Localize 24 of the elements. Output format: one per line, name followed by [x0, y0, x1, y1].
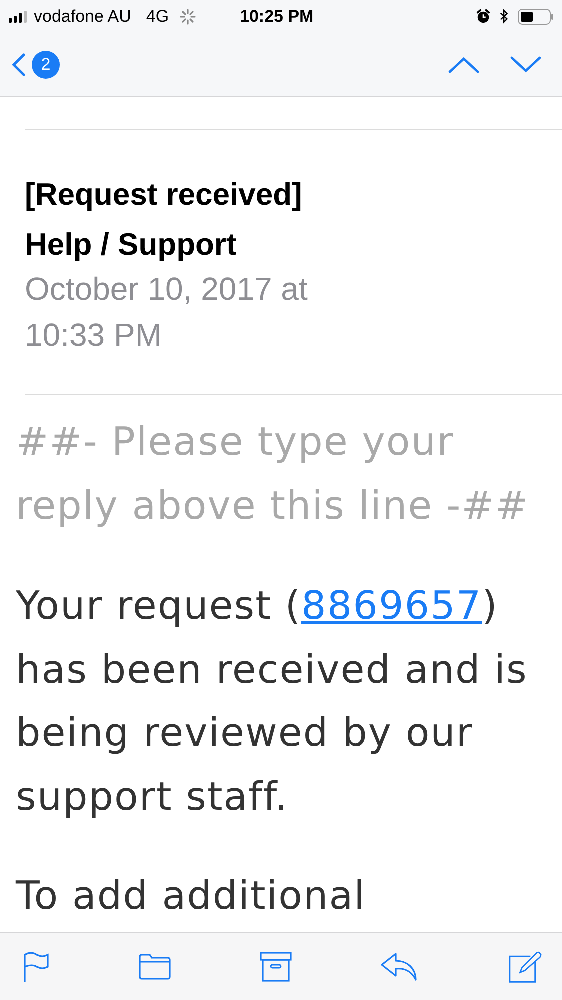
battery-icon [518, 8, 554, 24]
compose-button[interactable] [508, 950, 542, 984]
back-button[interactable]: 2 [12, 50, 60, 78]
folder-button[interactable] [138, 952, 172, 980]
signal-icon [9, 10, 29, 22]
next-message-button[interactable] [510, 56, 542, 74]
clock-time: 10:25 PM [240, 6, 314, 26]
email-date: October 10, 2017 at 10:33 PM [25, 270, 309, 355]
request-number-link[interactable]: 8869657 [302, 584, 482, 629]
activity-spinner-icon [180, 8, 196, 24]
body-paragraph: To add additional [16, 873, 367, 921]
previous-message-button[interactable] [448, 56, 480, 74]
email-subject: [Request received] Help / Support [25, 176, 304, 264]
reply-marker-line: ##- Please type your reply above this line -## [16, 419, 530, 531]
network-type: 4G [146, 6, 170, 26]
carrier-name: vodafone AU [34, 6, 132, 26]
back-chevron-icon [12, 52, 26, 76]
flag-button[interactable] [22, 950, 50, 982]
unread-count-badge: 2 [32, 50, 60, 78]
archive-button[interactable] [260, 952, 292, 982]
alarm-clock-icon [476, 9, 491, 24]
reply-button[interactable] [380, 952, 420, 982]
bluetooth-icon [500, 9, 509, 24]
body-paragraph: Your request (8869657) has been received and is being reviewed by our support staff. [16, 583, 529, 822]
